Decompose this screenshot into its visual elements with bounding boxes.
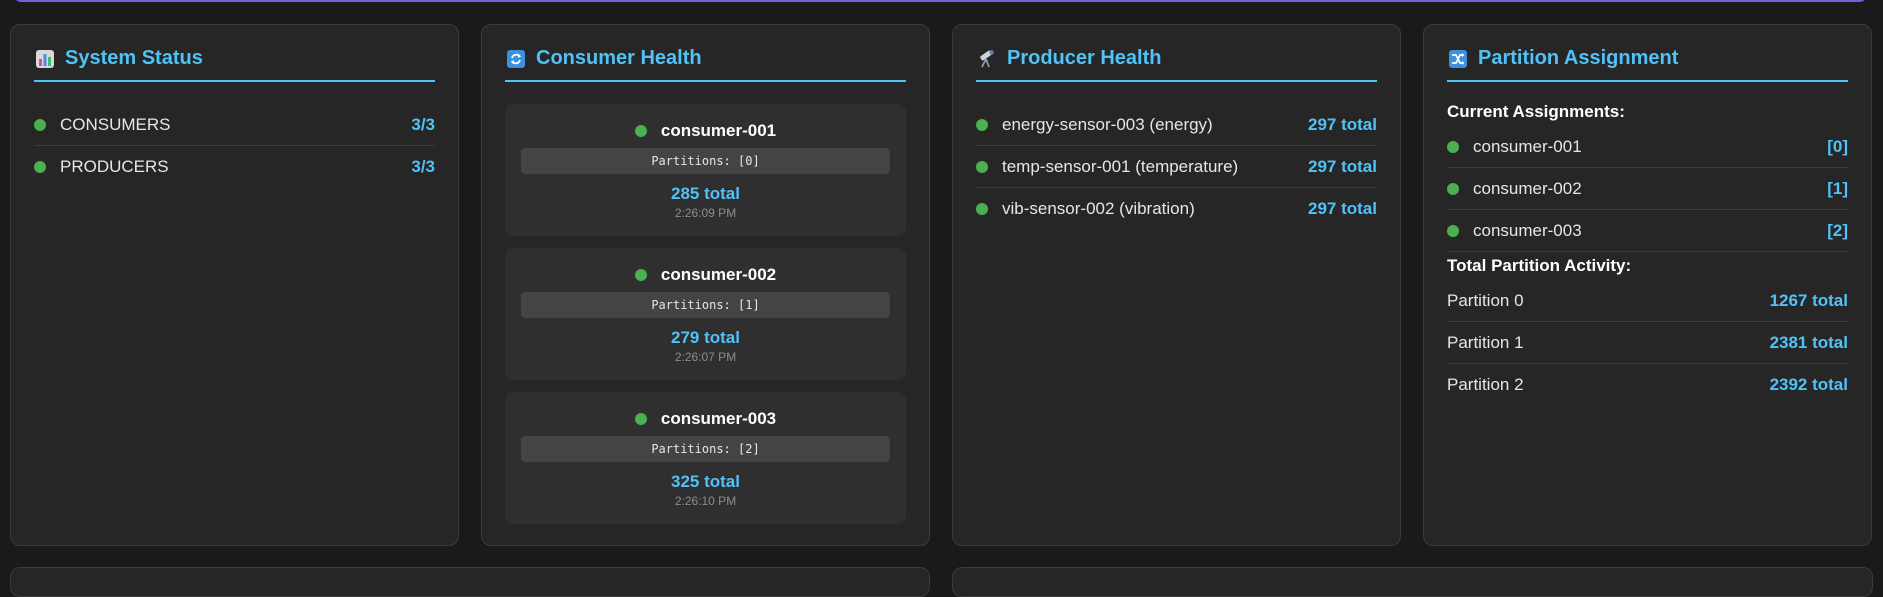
- card-title-text: System Status: [65, 47, 203, 69]
- producer-list: energy-sensor-003 (energy) 297 total tem…: [976, 104, 1377, 230]
- partition-assignment-card: Partition Assignment Current Assignments…: [1423, 24, 1872, 546]
- consumer-timestamp: 2:26:10 PM: [674, 494, 737, 508]
- telescope-icon: [976, 48, 997, 69]
- consumer-name-row: consumer-002: [521, 264, 890, 286]
- activity-total: 1267 total: [1769, 290, 1848, 310]
- producer-total: 297 total: [1308, 156, 1377, 176]
- card-title-text: Consumer Health: [536, 47, 702, 69]
- activity-total: 2381 total: [1769, 332, 1848, 352]
- status-dot: [1447, 140, 1459, 153]
- status-row-consumers: CONSUMERS 3/3: [34, 104, 435, 146]
- status-dot: [34, 161, 46, 173]
- consumer-card: consumer-002 Partitions: [1] 279 total 2…: [505, 248, 906, 380]
- status-dot: [1447, 182, 1459, 195]
- status-row-producers: PRODUCERS 3/3: [34, 146, 435, 188]
- status-list: CONSUMERS 3/3 PRODUCERS 3/3: [34, 104, 435, 188]
- card-title: System Status: [34, 47, 435, 82]
- consumer-total: 279 total: [671, 328, 740, 347]
- producer-row: vib-sensor-002 (vibration) 297 total: [976, 188, 1377, 230]
- status-dot: [976, 203, 988, 215]
- card-title: Producer Health: [976, 47, 1377, 82]
- activity-row: Partition 2 2392 total: [1447, 364, 1848, 406]
- consumer-timestamp: 2:26:09 PM: [674, 206, 737, 220]
- assignment-list: consumer-001 [0] consumer-002 [1] consum…: [1447, 126, 1848, 252]
- status-label: PRODUCERS: [60, 157, 169, 176]
- consumer-partitions: Partitions: [1]: [521, 292, 890, 318]
- activity-list: Partition 0 1267 total Partition 1 2381 …: [1447, 280, 1848, 406]
- card-title: Consumer Health: [505, 47, 906, 82]
- consumer-card: consumer-001 Partitions: [0] 285 total 2…: [505, 104, 906, 236]
- producer-total: 297 total: [1308, 199, 1377, 218]
- system-status-card: System Status CONSUMERS 3/3 PRODUCERS 3/…: [10, 24, 459, 546]
- assignment-row: consumer-001 [0]: [1447, 126, 1848, 168]
- consumer-name-row: consumer-003: [521, 408, 890, 430]
- top-header-bar: [12, 0, 1869, 2]
- refresh-icon: [505, 48, 526, 69]
- status-dot: [1447, 224, 1459, 237]
- producer-label: vib-sensor-002 (vibration): [1002, 199, 1195, 218]
- assignment-row: consumer-002 [1]: [1447, 168, 1848, 210]
- current-assignments-heading: Current Assignments:: [1447, 102, 1625, 121]
- activity-row: Partition 1 2381 total: [1447, 322, 1848, 364]
- activity-total: 2392 total: [1769, 375, 1848, 394]
- producer-health-card: Producer Health energy-sensor-003 (energ…: [952, 24, 1401, 546]
- dashboard-grid: System Status CONSUMERS 3/3 PRODUCERS 3/…: [10, 24, 1872, 546]
- consumer-name-row: consumer-001: [521, 120, 890, 142]
- status-dot: [34, 118, 46, 131]
- assignment-consumer: consumer-003: [1473, 220, 1582, 240]
- status-dot: [634, 413, 647, 425]
- consumer-total: 285 total: [671, 184, 740, 203]
- bottom-panel-left: [10, 567, 930, 597]
- card-title-text: Partition Assignment: [1478, 47, 1679, 69]
- producer-label: energy-sensor-003 (energy): [1002, 114, 1213, 134]
- assignment-partition: [2]: [1827, 220, 1848, 240]
- chart-icon: [34, 48, 55, 69]
- producer-row: temp-sensor-001 (temperature) 297 total: [976, 146, 1377, 188]
- producer-row: energy-sensor-003 (energy) 297 total: [976, 104, 1377, 146]
- consumer-partitions: Partitions: [0]: [521, 148, 890, 174]
- producer-label: temp-sensor-001 (temperature): [1002, 156, 1239, 176]
- assignment-consumer: consumer-001: [1473, 136, 1582, 156]
- status-dot: [976, 118, 988, 131]
- consumer-partitions: Partitions: [2]: [521, 436, 890, 462]
- status-dot: [634, 125, 647, 137]
- consumer-name: consumer-003: [660, 409, 777, 428]
- card-title-text: Producer Health: [1007, 47, 1162, 69]
- consumer-total: 325 total: [671, 472, 740, 491]
- status-dot: [634, 269, 647, 281]
- consumer-health-card: Consumer Health consumer-001 Partitions:…: [481, 24, 930, 546]
- consumer-name: consumer-002: [660, 265, 777, 284]
- status-label: CONSUMERS: [60, 114, 171, 134]
- producer-total: 297 total: [1308, 114, 1377, 134]
- status-value: 3/3: [411, 157, 435, 176]
- assignment-row: consumer-003 [2]: [1447, 210, 1848, 252]
- assignment-consumer: consumer-002: [1473, 178, 1582, 198]
- activity-partition: Partition 0: [1447, 290, 1524, 310]
- assignment-partition: [1]: [1827, 178, 1848, 198]
- card-title: Partition Assignment: [1447, 47, 1848, 82]
- consumer-timestamp: 2:26:07 PM: [674, 350, 737, 364]
- status-dot: [976, 160, 988, 173]
- partition-activity-heading: Total Partition Activity:: [1447, 256, 1632, 275]
- consumer-card: consumer-003 Partitions: [2] 325 total 2…: [505, 392, 906, 524]
- shuffle-icon: [1447, 48, 1468, 69]
- consumer-name: consumer-001: [660, 121, 777, 140]
- activity-partition: Partition 2: [1447, 375, 1524, 394]
- activity-partition: Partition 1: [1447, 332, 1524, 352]
- activity-row: Partition 0 1267 total: [1447, 280, 1848, 322]
- bottom-panel-right: [952, 567, 1873, 597]
- assignment-partition: [0]: [1827, 136, 1848, 156]
- status-value: 3/3: [411, 114, 435, 134]
